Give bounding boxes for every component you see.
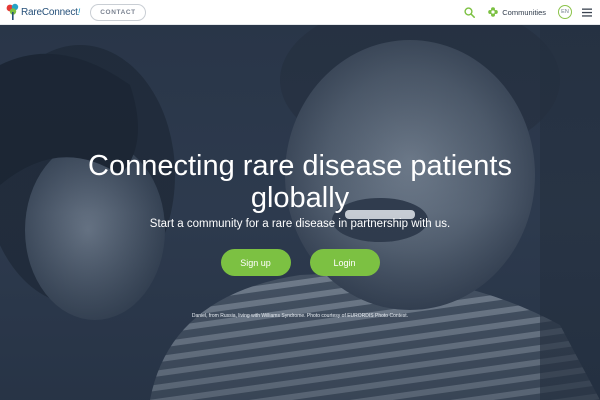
sign-up-button[interactable]: Sign up — [220, 249, 291, 276]
top-navigation-bar: RareConnect ! CONTACT Communities EN — [0, 0, 600, 25]
logo-text: RareConnect — [21, 6, 78, 18]
flower-icon — [488, 7, 499, 17]
logo-accent: ! — [77, 7, 81, 17]
contact-button[interactable]: CONTACT — [90, 3, 146, 21]
hero-title: Connecting rare disease patients globall… — [88, 150, 512, 214]
hero-subtitle: Start a community for a rare disease in … — [149, 218, 451, 230]
language-selector[interactable]: EN — [558, 5, 572, 19]
logo-tree-icon — [6, 3, 19, 20]
communities-link[interactable]: Communities — [488, 7, 546, 17]
hero-content: Connecting rare disease patients globall… — [0, 25, 600, 400]
hero-actions: Sign up Login — [0, 249, 600, 276]
rareconnect-logo[interactable]: RareConnect ! — [6, 3, 80, 21]
communities-label: Communities — [502, 7, 546, 17]
hero-section: Connecting rare disease patients globall… — [0, 25, 600, 400]
photo-caption: Daniel, from Russia, living with William… — [191, 313, 409, 319]
header-actions: Communities EN — [464, 5, 592, 19]
login-button[interactable]: Login — [309, 249, 380, 276]
hamburger-menu-icon[interactable] — [582, 8, 592, 17]
search-icon[interactable] — [464, 6, 476, 18]
